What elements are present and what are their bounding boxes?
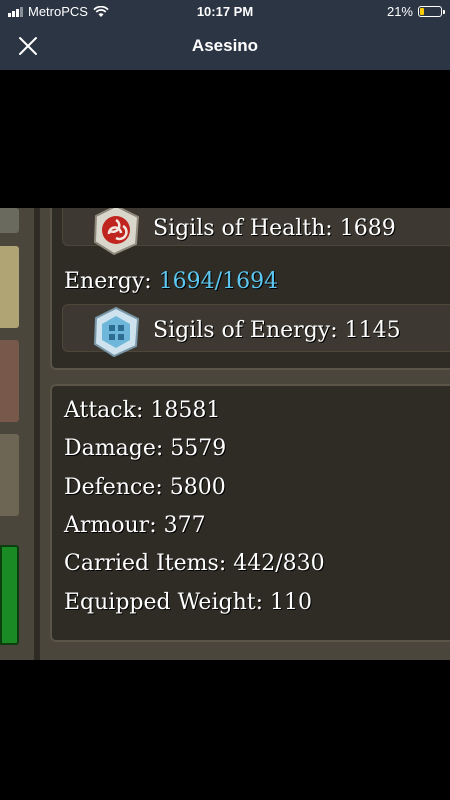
- energy-label: Energy:: [64, 269, 159, 294]
- nav-bar: Asesino: [0, 22, 450, 70]
- side-tab-active: [0, 545, 19, 645]
- sigils-energy-text: Sigils of Energy: 1145: [153, 318, 401, 343]
- status-bar: MetroPCS 10:17 PM 21%: [0, 0, 450, 22]
- energy-current: 1694: [158, 269, 215, 294]
- battery-nub: [443, 10, 445, 14]
- side-tab: [0, 208, 19, 233]
- stat-defence: Defence: 5800: [64, 475, 226, 500]
- health-sigil-icon: [93, 208, 140, 256]
- sigils-health-text: Sigils of Health: 1689: [153, 216, 396, 241]
- energy-sigil-icon: [93, 306, 140, 358]
- energy-max: 1694: [222, 269, 279, 294]
- stat-damage: Damage: 5579: [64, 436, 227, 461]
- side-tab: [0, 340, 19, 422]
- stat-attack: Attack: 18581: [64, 398, 221, 423]
- stat-carried-items: Carried Items: 442/830: [64, 551, 325, 576]
- status-time: 10:17 PM: [196, 4, 254, 19]
- top-bar: MetroPCS 10:17 PM 21% Asesino: [0, 0, 450, 70]
- battery-percent: 21%: [386, 4, 413, 19]
- stat-equipped-weight: Equipped Weight: 110: [64, 590, 312, 615]
- page-title: Asesino: [191, 36, 259, 55]
- status-right: 21%: [386, 4, 445, 19]
- energy-separator: /: [214, 269, 223, 294]
- stat-armour: Armour: 377: [64, 513, 206, 538]
- battery-icon: [418, 6, 445, 17]
- side-tab: [0, 434, 19, 516]
- side-tab: [0, 246, 19, 328]
- battery-fill: [420, 8, 425, 15]
- game-screenshot: Sigils of Health: 1689 Energy: 1694/1694…: [0, 208, 450, 660]
- energy-line: Energy: 1694/1694: [64, 269, 278, 294]
